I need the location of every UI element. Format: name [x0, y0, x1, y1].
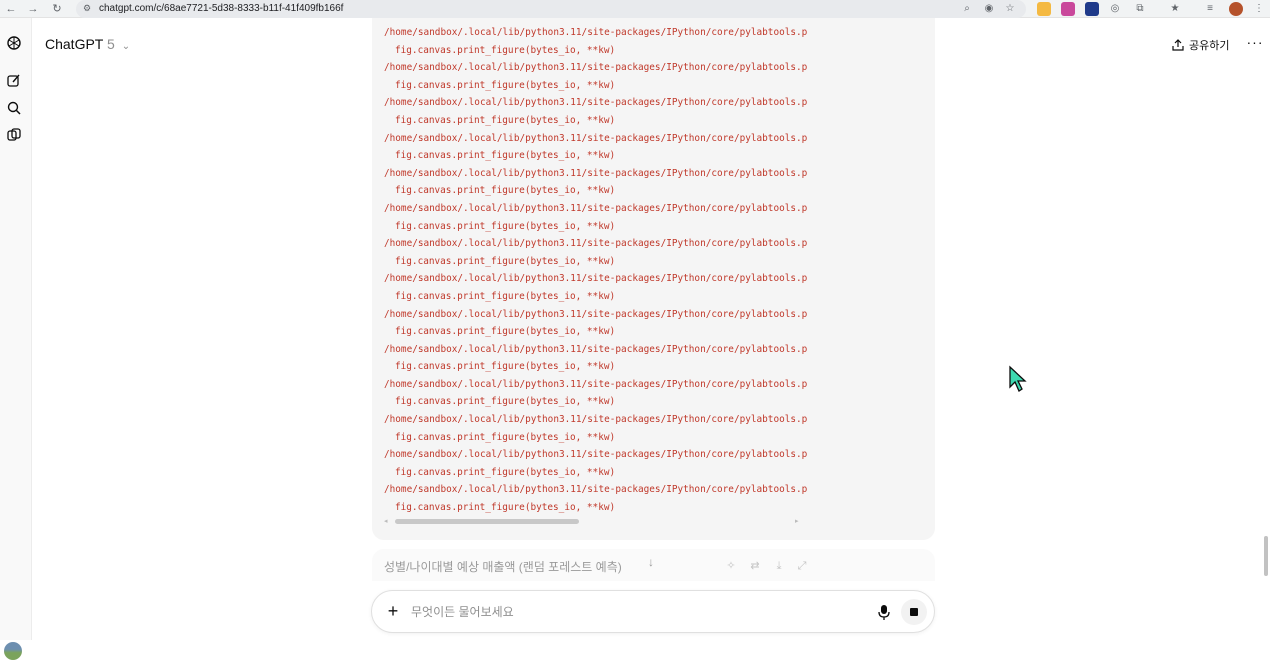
code-line-path: /home/sandbox/.local/lib/python3.11/site… — [384, 378, 808, 390]
mouse-cursor-icon — [1009, 365, 1027, 392]
share-button[interactable]: 공유하기 — [1172, 36, 1229, 54]
new-chat-icon[interactable] — [5, 72, 23, 90]
reload-icon[interactable]: ↻ — [49, 1, 65, 17]
code-line-call: fig.canvas.print_figure(bytes_io, **kw) — [395, 466, 616, 478]
code-line-call: fig.canvas.print_figure(bytes_io, **kw) — [395, 220, 616, 232]
microphone-icon[interactable] — [876, 603, 892, 621]
download-icon[interactable]: ⤓ — [772, 559, 786, 573]
model-selector[interactable]: ChatGPT 5 ⌄ — [45, 36, 130, 52]
code-line-call: fig.canvas.print_figure(bytes_io, **kw) — [395, 150, 616, 162]
code-line-path: /home/sandbox/.local/lib/python3.11/site… — [384, 414, 808, 426]
prompt-input[interactable] — [411, 603, 841, 621]
sparkle-icon[interactable]: ✧ — [724, 559, 738, 573]
code-line-path: /home/sandbox/.local/lib/python3.11/site… — [384, 343, 808, 355]
code-line-path: /home/sandbox/.local/lib/python3.11/site… — [384, 273, 808, 285]
code-line-path: /home/sandbox/.local/lib/python3.11/site… — [384, 132, 808, 144]
extension-icon-3[interactable] — [1085, 2, 1099, 16]
expand-icon[interactable]: ⤢ — [795, 559, 809, 573]
app-name: ChatGPT — [45, 36, 104, 52]
puzzle-icon[interactable]: ⧉ — [1133, 2, 1147, 16]
code-line-call: fig.canvas.print_figure(bytes_io, **kw) — [395, 114, 616, 126]
more-options-button[interactable]: ··· — [1245, 35, 1265, 52]
bookmark-star-icon[interactable]: ☆ — [1003, 2, 1017, 16]
code-output-text: /home/sandbox/.local/lib/python3.11/site… — [384, 24, 814, 517]
library-icon[interactable] — [5, 126, 23, 144]
code-line-call: fig.canvas.print_figure(bytes_io, **kw) — [395, 361, 616, 373]
code-line-call: fig.canvas.print_figure(bytes_io, **kw) — [395, 502, 616, 514]
code-line-call: fig.canvas.print_figure(bytes_io, **kw) — [395, 431, 616, 443]
code-line-call: fig.canvas.print_figure(bytes_io, **kw) — [395, 396, 616, 408]
code-line-path: /home/sandbox/.local/lib/python3.11/site… — [384, 202, 808, 214]
horizontal-scrollbar[interactable]: ◂ ▸ — [384, 517, 804, 525]
media-icon[interactable]: ≡ — [1203, 2, 1217, 16]
user-avatar[interactable] — [4, 642, 22, 660]
message-composer: + — [371, 590, 935, 633]
chrome-menu-icon[interactable]: ⋮ — [1252, 2, 1266, 16]
site-info-icon[interactable]: ⚙ — [83, 3, 94, 14]
eye-off-icon[interactable]: ◉ — [982, 2, 996, 16]
bookmarks-icon[interactable]: ★ — [1168, 2, 1182, 16]
code-output-block: /home/sandbox/.local/lib/python3.11/site… — [372, 18, 935, 540]
extension-icon-2[interactable] — [1061, 2, 1075, 16]
address-bar[interactable]: ⚙ chatgpt.com/c/68ae7721-5d38-8333-b11f-… — [76, 0, 1026, 18]
profile-avatar-icon[interactable] — [1229, 2, 1243, 16]
sidebar — [0, 18, 32, 660]
code-line-call: fig.canvas.print_figure(bytes_io, **kw) — [395, 79, 616, 91]
code-line-call: fig.canvas.print_figure(bytes_io, **kw) — [395, 255, 616, 267]
chevron-down-icon: ⌄ — [121, 41, 131, 52]
scroll-right-icon[interactable]: ▸ — [795, 517, 799, 525]
zoom-icon[interactable]: ⌕ — [960, 2, 974, 16]
stop-icon — [910, 608, 918, 616]
extension-icon-1[interactable] — [1037, 2, 1051, 16]
code-line-path: /home/sandbox/.local/lib/python3.11/site… — [384, 238, 808, 250]
code-line-call: fig.canvas.print_figure(bytes_io, **kw) — [395, 185, 616, 197]
output-panel-header: 성별/나이대별 예상 매출액 (랜덤 포레스트 예측) ↓ ✧ ⇄ ⤓ ⤢ — [372, 549, 935, 581]
forward-arrow-icon[interactable]: → — [25, 1, 41, 17]
switch-icon[interactable]: ⇄ — [748, 559, 762, 573]
stop-generating-button[interactable] — [901, 599, 927, 625]
code-line-call: fig.canvas.print_figure(bytes_io, **kw) — [395, 326, 616, 338]
browser-toolbar: ← → ↻ ⚙ chatgpt.com/c/68ae7721-5d38-8333… — [0, 0, 1270, 18]
model-version: 5 — [107, 36, 115, 52]
code-line-call: fig.canvas.print_figure(bytes_io, **kw) — [395, 44, 616, 56]
code-line-path: /home/sandbox/.local/lib/python3.11/site… — [384, 308, 808, 320]
code-line-path: /home/sandbox/.local/lib/python3.11/site… — [384, 27, 808, 38]
openai-logo-icon[interactable] — [5, 34, 23, 52]
scroll-down-arrow-icon[interactable]: ↓ — [648, 555, 654, 569]
plus-icon[interactable]: + — [384, 601, 402, 621]
back-arrow-icon[interactable]: ← — [3, 1, 19, 17]
url-text[interactable]: chatgpt.com/c/68ae7721-5d38-8333-b11f-41… — [99, 3, 343, 14]
share-label: 공유하기 — [1189, 40, 1230, 52]
page-scrollbar[interactable] — [1264, 536, 1268, 576]
search-icon[interactable] — [5, 99, 23, 117]
code-line-path: /home/sandbox/.local/lib/python3.11/site… — [384, 62, 808, 74]
code-line-path: /home/sandbox/.local/lib/python3.11/site… — [384, 484, 808, 496]
scroll-left-icon[interactable]: ◂ — [384, 517, 388, 525]
camera-icon[interactable]: ◎ — [1108, 2, 1122, 16]
output-title: 성별/나이대별 예상 매출액 (랜덤 포레스트 예측) — [384, 560, 622, 574]
code-line-path: /home/sandbox/.local/lib/python3.11/site… — [384, 449, 808, 461]
code-line-call: fig.canvas.print_figure(bytes_io, **kw) — [395, 290, 616, 302]
share-icon — [1172, 39, 1184, 51]
scrollbar-thumb[interactable] — [395, 519, 579, 524]
code-line-path: /home/sandbox/.local/lib/python3.11/site… — [384, 167, 808, 179]
code-line-path: /home/sandbox/.local/lib/python3.11/site… — [384, 97, 808, 109]
